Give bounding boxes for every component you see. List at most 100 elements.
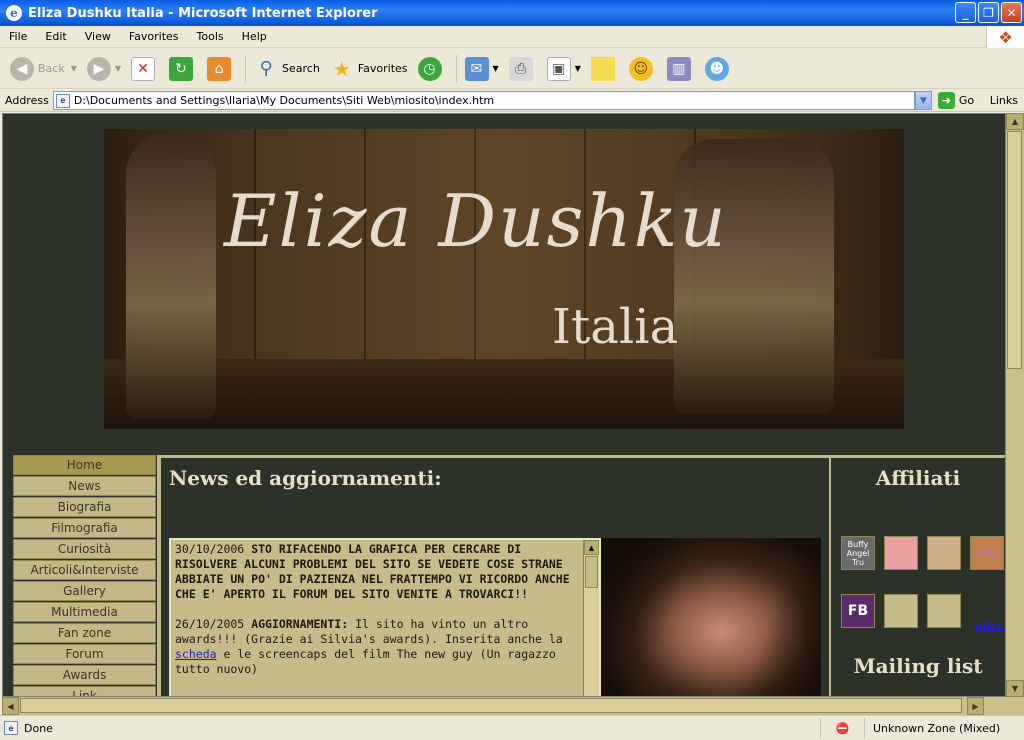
affiliate-button-3[interactable]	[927, 536, 961, 570]
affiliate-button-6[interactable]	[884, 594, 918, 628]
close-button[interactable]: ✕	[1001, 2, 1022, 23]
altri-link[interactable]: altri...	[975, 619, 1005, 632]
menu-edit[interactable]: Edit	[36, 30, 75, 43]
address-bar: Address e D:\Documents and Settings\Ilar…	[0, 90, 1024, 112]
menu-view[interactable]: View	[76, 30, 120, 43]
news-entry2-text-b: e le screencaps del film The new guy (Un…	[175, 647, 556, 676]
nav-gallery[interactable]: Gallery	[13, 581, 156, 601]
forward-button[interactable]: ▶ ▼	[83, 53, 125, 85]
nav-curiosita[interactable]: Curiosità	[13, 539, 156, 559]
links-button[interactable]: Links	[990, 94, 1018, 107]
mailing-list-heading: Mailing list	[853, 654, 983, 678]
site-banner: Eliza Dushku Italia	[104, 129, 904, 429]
menu-help[interactable]: Help	[233, 30, 276, 43]
restore-button[interactable]: ❐	[978, 2, 999, 23]
search-icon: ⚲	[259, 58, 273, 79]
search-button[interactable]: ⚲ Search	[250, 53, 324, 85]
edit-page-icon: ▣	[546, 56, 571, 81]
news-entry2-label: AGGIORNAMENTI:	[251, 617, 349, 631]
scroll-up-arrow-icon[interactable]: ▲	[1006, 113, 1024, 130]
messenger-smiley-button[interactable]: ☺	[625, 53, 661, 85]
scroll-right-arrow-icon[interactable]: ▶	[967, 697, 984, 715]
horizontal-scroll-thumb[interactable]	[20, 698, 962, 713]
news-text: 30/10/2006 STO RIFACENDO LA GRAFICA PER …	[175, 542, 579, 677]
chevron-down-icon: ▼	[114, 64, 122, 73]
nav-home[interactable]: Home	[13, 455, 156, 475]
nav-forum[interactable]: Forum	[13, 644, 156, 664]
scheda-link[interactable]: scheda	[175, 647, 217, 661]
nav-articoli-interviste[interactable]: Articoli&Interviste	[13, 560, 156, 580]
print-button[interactable]: ⎙	[505, 53, 541, 85]
scroll-down-arrow-icon[interactable]: ▼	[1006, 680, 1024, 697]
title-bar: e Eliza Dushku Italia - Microsoft Intern…	[0, 0, 1024, 26]
page-icon: e	[55, 93, 70, 108]
chevron-down-icon: ▼	[70, 64, 77, 73]
stop-button[interactable]: ✕	[127, 53, 163, 85]
nav-awards[interactable]: Awards	[13, 665, 156, 685]
nav-fan-zone[interactable]: Fan zone	[13, 623, 156, 643]
mail-button[interactable]: ✉ ▼	[461, 53, 503, 85]
address-input[interactable]: e D:\Documents and Settings\Ilaria\My Do…	[52, 91, 915, 110]
banner-title: Eliza Dushku	[224, 179, 728, 263]
news-top-border	[161, 455, 829, 458]
address-url: D:\Documents and Settings\Ilaria\My Docu…	[73, 94, 495, 107]
note-icon	[590, 56, 615, 81]
browser-window: e Eliza Dushku Italia - Microsoft Intern…	[0, 0, 1024, 740]
address-dropdown-button[interactable]: ▼	[914, 91, 932, 110]
news-scrollbar[interactable]: ▲	[583, 540, 599, 696]
chevron-down-icon: ▼	[574, 64, 581, 73]
affiliate-button-fb[interactable]: FB	[841, 594, 875, 628]
affiliate-button-buffy-angel[interactable]: Buffy Angel Tru	[841, 536, 875, 570]
blocked-content-icon[interactable]: ⛔	[820, 718, 864, 738]
edit-button[interactable]: ▣ ▼	[543, 53, 585, 85]
nav-link[interactable]: Link	[13, 686, 156, 696]
vertical-scroll-thumb[interactable]	[1007, 131, 1022, 369]
back-button[interactable]: ◀ Back ▼	[6, 53, 81, 85]
messenger-people-icon: ☻	[704, 56, 729, 81]
favorites-button[interactable]: ★ Favorites	[326, 53, 412, 85]
scroll-left-arrow-icon[interactable]: ◀	[2, 697, 19, 715]
address-label: Address	[5, 94, 49, 107]
menu-tools[interactable]: Tools	[188, 30, 233, 43]
nav-divider	[157, 455, 161, 696]
ie-icon: e	[6, 5, 22, 21]
affiliate-button-buffy[interactable]: buffy	[970, 536, 1004, 570]
go-button[interactable]: ➜ Go	[937, 92, 974, 109]
minimize-button[interactable]: _	[955, 2, 976, 23]
page-horizontal-scrollbar[interactable]: ◀ ▶	[2, 697, 1024, 715]
page-viewport: Eliza Dushku Italia Home News Biografia …	[2, 113, 1006, 697]
toolbar-separator	[245, 54, 247, 83]
nav-news[interactable]: News	[13, 476, 156, 496]
status-done: e Done	[0, 721, 820, 735]
scroll-up-arrow-icon[interactable]: ▲	[584, 540, 599, 555]
chevron-down-icon: ▼	[492, 64, 499, 73]
menu-bar: File Edit View Favorites Tools Help ❖	[0, 26, 1024, 48]
home-icon: ⌂	[207, 56, 232, 81]
status-bar: e Done ⛔ Unknown Zone (Mixed)	[0, 715, 1024, 740]
news-heading: News ed aggiornamenti:	[169, 466, 442, 490]
mail-icon: ✉	[464, 56, 489, 81]
smiley-icon: ☺	[628, 56, 653, 81]
menu-favorites[interactable]: Favorites	[120, 30, 188, 43]
news-scroll-box[interactable]: 30/10/2006 STO RIFACENDO LA GRAFICA PER …	[169, 538, 601, 696]
nav-multimedia[interactable]: Multimedia	[13, 602, 156, 622]
refresh-button[interactable]: ↻	[165, 53, 201, 85]
affiliate-button-2[interactable]	[884, 536, 918, 570]
refresh-icon: ↻	[169, 56, 194, 81]
notes-button[interactable]	[587, 53, 623, 85]
menu-file[interactable]: File	[0, 30, 36, 43]
page-icon: e	[4, 721, 18, 735]
research-button[interactable]: ▥	[663, 53, 699, 85]
go-arrow-icon: ➜	[937, 92, 955, 109]
page-vertical-scrollbar[interactable]: ▲ ▼	[1006, 113, 1024, 697]
news-scroll-thumb[interactable]	[585, 556, 598, 588]
home-button[interactable]: ⌂	[203, 53, 239, 85]
back-arrow-icon: ◀	[10, 56, 34, 81]
history-button[interactable]: ◷	[414, 53, 450, 85]
messenger-button[interactable]: ☻	[701, 53, 737, 85]
news-entry1-date: 30/10/2006	[175, 542, 245, 556]
affiliate-button-7[interactable]	[927, 594, 961, 628]
nav-filmografia[interactable]: Filmografia	[13, 518, 156, 538]
eliza-photo	[601, 538, 821, 696]
nav-biografia[interactable]: Biografia	[13, 497, 156, 517]
